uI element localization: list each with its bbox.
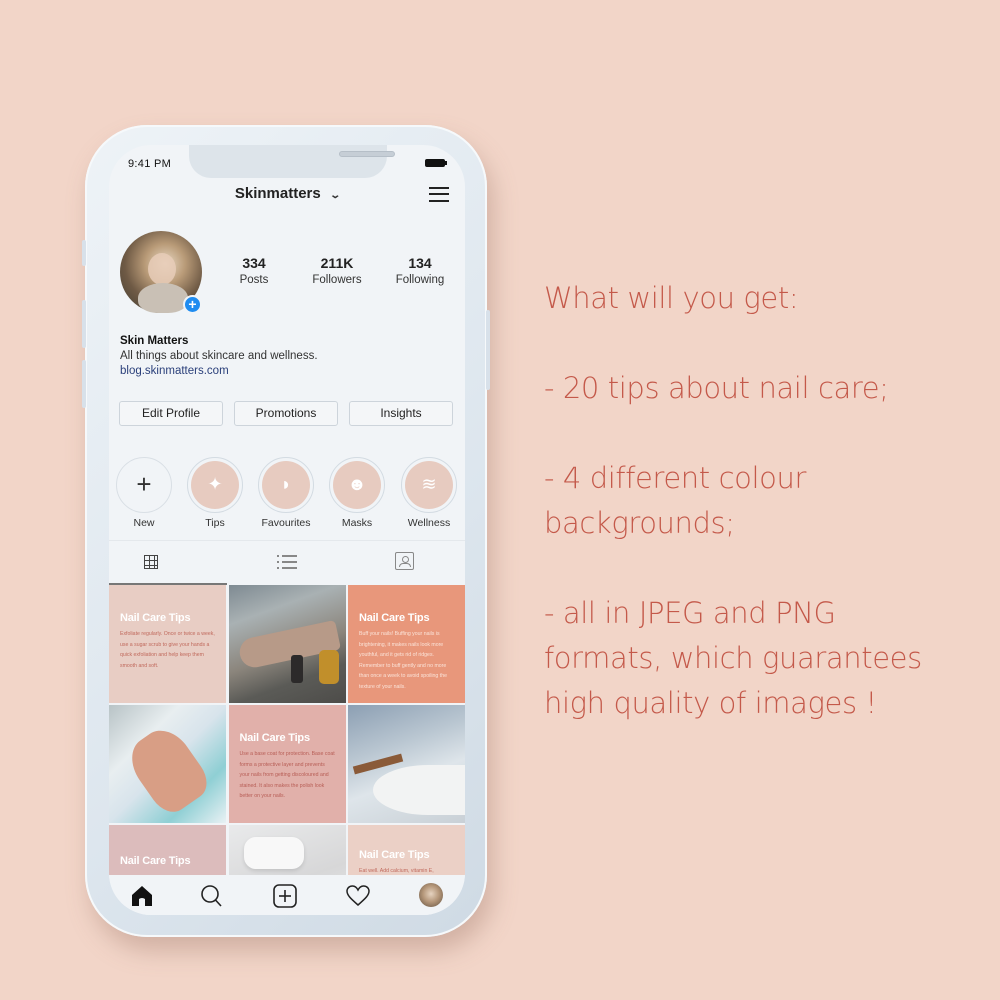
phone-screen: 9:41 PM Skinmatters ⌄ + 334 Posts 211K Fo…: [109, 145, 465, 915]
post-grid: Nail Care Tips Exfoliate regularly. Once…: [109, 585, 465, 875]
photo-hands: [121, 720, 215, 820]
tagged-icon: [395, 552, 414, 570]
edit-profile-button[interactable]: Edit Profile: [119, 401, 223, 426]
avatar-face: [148, 253, 176, 285]
home-icon: [132, 886, 152, 906]
volume-up-button: [82, 300, 86, 348]
promo-item: - 20 tips about nail care;: [544, 371, 889, 405]
add-post-icon: [273, 884, 297, 908]
highlight-wellness[interactable]: ≋ Wellness: [400, 457, 458, 529]
battery-full-icon: [425, 159, 447, 167]
bottom-nav: [109, 875, 465, 915]
tile-text: Buff your nails! Buffing your nails is b…: [359, 631, 447, 690]
highlight-label: Tips: [205, 517, 225, 529]
nav-home[interactable]: [129, 883, 155, 909]
post-tile-photo[interactable]: [228, 825, 346, 875]
highlight-label: New: [133, 517, 155, 529]
highlight-new[interactable]: + New: [115, 457, 173, 529]
bio-text: All things about skincare and wellness.: [120, 350, 318, 362]
profile-bio: Skin Matters All things about skincare a…: [120, 334, 318, 379]
nav-activity[interactable]: [345, 883, 371, 909]
nav-search[interactable]: [199, 883, 225, 909]
promotions-button[interactable]: Promotions: [234, 401, 338, 426]
sparkle-drop-icon: ✦: [191, 461, 239, 509]
stat-following[interactable]: 134 Following: [380, 255, 460, 286]
post-tile[interactable]: Nail Care Tips: [109, 825, 226, 875]
plus-icon: +: [120, 461, 168, 509]
post-tile[interactable]: Nail Care Tips Eat well. Add calcium, vi…: [348, 825, 465, 875]
highlight-label: Wellness: [407, 517, 451, 529]
stat-label: Posts: [239, 274, 269, 286]
tab-list[interactable]: [227, 541, 345, 585]
face-mask-icon: ☻: [333, 461, 381, 509]
username-title: Skinmatters: [234, 185, 321, 202]
profile-name: Skin Matters: [120, 335, 189, 347]
stat-label: Followers: [312, 274, 362, 286]
profile-link[interactable]: blog.skinmatters.com: [120, 364, 318, 379]
avatar-sweater: [138, 283, 188, 313]
tile-title: Nail Care Tips: [359, 612, 430, 624]
post-tile[interactable]: Nail Care Tips Exfoliate regularly. Once…: [109, 585, 226, 703]
insights-button[interactable]: Insights: [349, 401, 453, 426]
post-tile-photo[interactable]: [228, 585, 346, 703]
post-tile-photo[interactable]: [109, 705, 226, 823]
promo-item: - 4 different colour backgrounds;: [544, 461, 806, 540]
highlight-masks[interactable]: ☻ Masks: [328, 457, 386, 529]
highlight-label: Masks: [341, 517, 373, 529]
photo-bottle: [290, 655, 303, 683]
hamburger-menu-icon[interactable]: [429, 187, 449, 202]
tab-tagged[interactable]: [345, 541, 463, 585]
status-time: 9:41 PM: [128, 158, 172, 170]
tab-grid[interactable]: [109, 541, 227, 585]
tile-title: Nail Care Tips: [120, 855, 191, 867]
tile-text: Eat well. Add calcium, vitamin E,: [359, 868, 434, 874]
profile-avatar-icon: [419, 883, 443, 907]
volume-down-button: [82, 360, 86, 408]
grid-icon: [144, 555, 158, 569]
photo-tub: [373, 765, 465, 815]
cosmetics-icon: ◗: [262, 461, 310, 509]
post-tile-photo[interactable]: [348, 705, 465, 823]
speaker: [339, 151, 395, 157]
highlight-label: Favourites: [261, 517, 311, 529]
tile-title: Nail Care Tips: [359, 849, 430, 861]
profile-tabs: [109, 540, 465, 585]
nav-new-post[interactable]: [272, 883, 298, 909]
account-switcher[interactable]: Skinmatters ⌄: [109, 185, 465, 202]
mute-switch: [82, 240, 86, 266]
stat-label: Following: [395, 274, 445, 286]
promo-text: What will you get: - 20 tips about nail …: [544, 276, 964, 726]
nav-profile[interactable]: [419, 883, 445, 909]
search-icon: [201, 885, 222, 907]
notch: [189, 145, 395, 178]
tile-title: Nail Care Tips: [239, 732, 311, 744]
post-tile[interactable]: Nail Care Tips Use a base coat for prote…: [228, 705, 346, 823]
stat-posts[interactable]: 334 Posts: [214, 255, 294, 286]
stat-followers[interactable]: 211K Followers: [297, 255, 377, 286]
highlight-favourites[interactable]: ◗ Favourites: [257, 457, 315, 529]
chevron-down-icon: ⌄: [329, 190, 341, 201]
tile-text: Use a base coat for protection. Base coa…: [239, 751, 335, 799]
post-tile[interactable]: Nail Care Tips Buff your nails! Buffing …: [348, 585, 465, 703]
phone-mockup: 9:41 PM Skinmatters ⌄ + 334 Posts 211K Fo…: [82, 125, 490, 937]
spa-stones-icon: ≋: [405, 461, 453, 509]
heart-icon: [346, 885, 370, 906]
tile-title: Nail Care Tips: [120, 612, 191, 624]
power-button: [486, 310, 490, 390]
promo-heading: What will you get:: [544, 281, 799, 315]
stat-value: 334: [242, 255, 266, 271]
stat-value: 134: [408, 255, 432, 271]
list-icon: [277, 555, 297, 569]
photo-pillow: [243, 837, 304, 869]
highlight-tips[interactable]: ✦ Tips: [186, 457, 244, 529]
photo-bottle: [318, 650, 339, 684]
plus-circle-icon[interactable]: +: [183, 295, 202, 314]
stat-value: 211K: [320, 255, 354, 271]
promo-item: - all in JPEG and PNG formats, which gua…: [544, 596, 922, 720]
tile-text: Exfoliate regularly. Once or twice a wee…: [120, 631, 215, 669]
